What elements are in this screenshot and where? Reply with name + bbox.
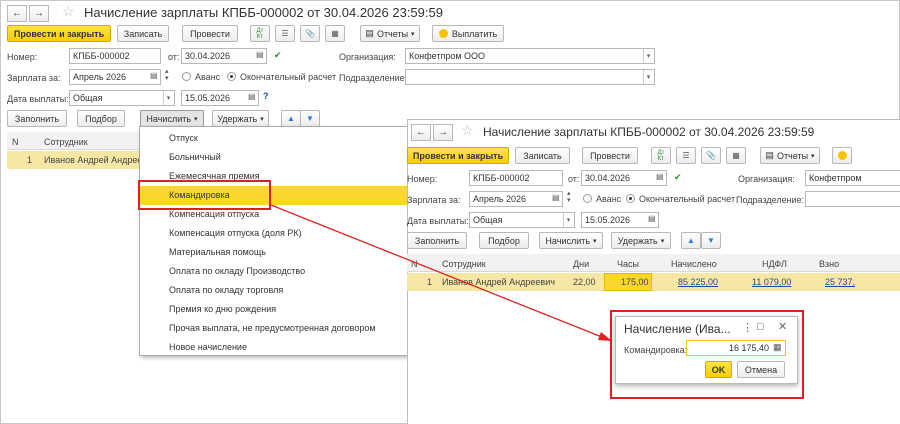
close-icon[interactable]: ✕: [778, 320, 787, 333]
cancel-button[interactable]: Отмена: [737, 361, 785, 378]
more-icon[interactable]: ⋮: [742, 321, 753, 334]
minimize-icon[interactable]: □: [757, 321, 764, 333]
ok-button[interactable]: OK: [705, 361, 732, 378]
business-trip-label: Командировка:: [624, 345, 688, 355]
business-trip-amount-field[interactable]: 16 175,40: [686, 340, 786, 356]
dialog-title: Начисление (Ива...: [624, 322, 731, 336]
calculator-icon[interactable]: ▦: [773, 342, 782, 353]
accrual-dialog: Начисление (Ива... ⋮ □ ✕ Командировка: 1…: [615, 316, 798, 384]
